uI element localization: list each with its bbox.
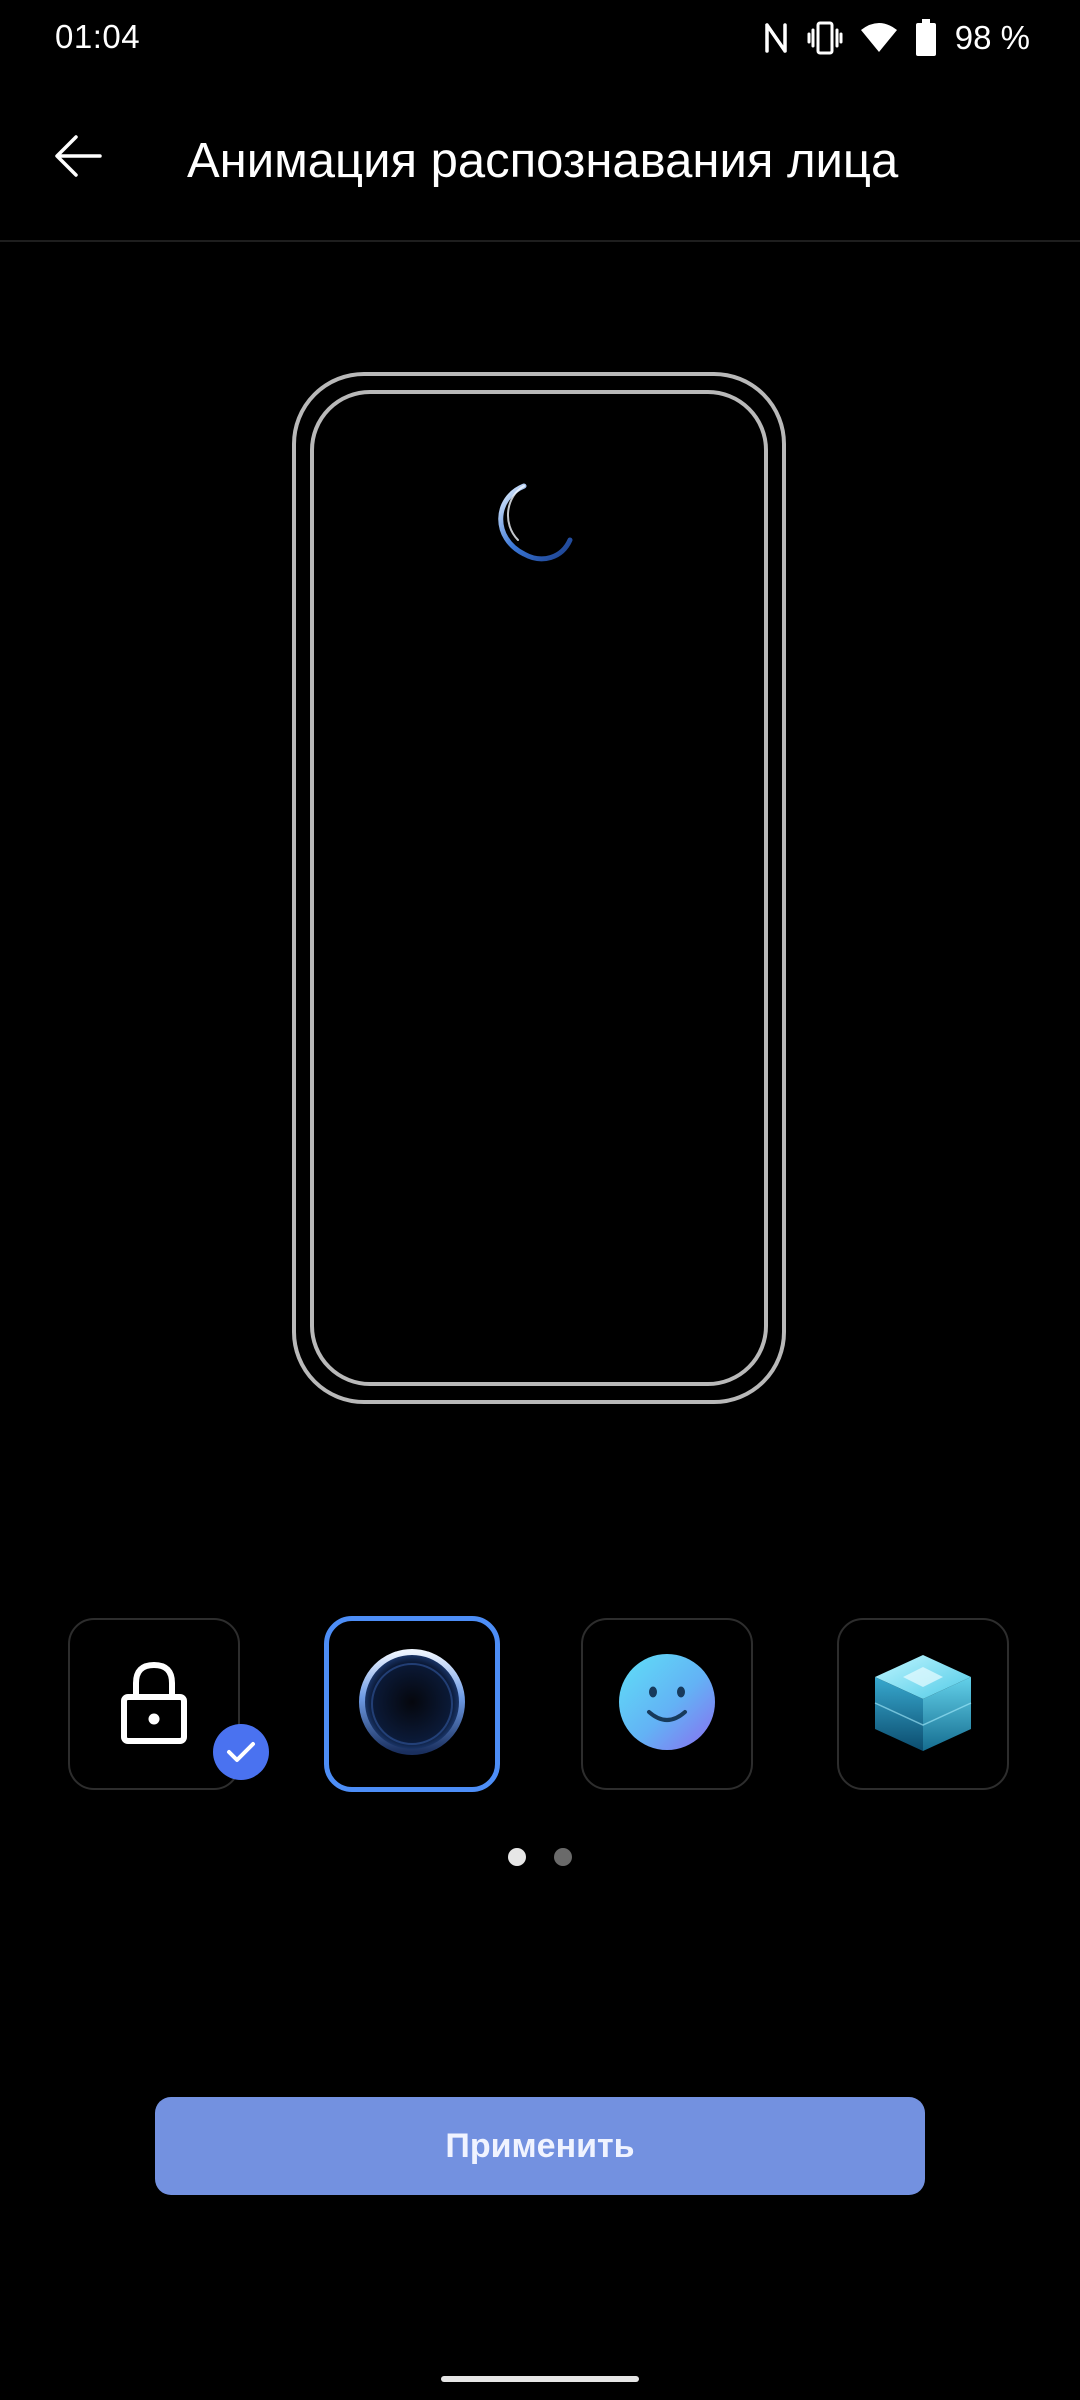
page-title: Анимация распознавания лица — [187, 134, 899, 188]
gesture-nav-handle[interactable] — [441, 2376, 639, 2382]
page-dot-2[interactable] — [554, 1848, 572, 1866]
page-dot-1[interactable] — [508, 1848, 526, 1866]
status-bar: 01:04 98 % — [0, 0, 1080, 80]
option-smiley[interactable] — [581, 1618, 753, 1790]
page-indicator — [508, 1848, 572, 1866]
option-ring[interactable] — [324, 1616, 500, 1792]
vibrate-icon — [807, 21, 843, 55]
option-cube[interactable] — [837, 1618, 1009, 1790]
blue-arc-animation — [484, 476, 594, 586]
cube-icon — [868, 1647, 978, 1762]
smiley-face-icon — [617, 1652, 717, 1757]
app-bar-divider — [0, 240, 1080, 242]
animation-options — [0, 1616, 1080, 1792]
nfc-icon — [763, 21, 789, 55]
apply-button[interactable]: Применить — [155, 2097, 925, 2195]
back-button[interactable] — [40, 120, 116, 196]
arrow-back-icon — [54, 134, 102, 183]
ring-glow-icon — [356, 1646, 468, 1763]
lock-icon — [114, 1657, 194, 1752]
option-lock[interactable] — [68, 1618, 269, 1790]
app-bar: Анимация распознавания лица — [0, 95, 1080, 240]
wifi-icon — [860, 22, 897, 54]
status-icons: 98 % — [763, 14, 1030, 62]
battery-percentage: 98 % — [954, 19, 1030, 56]
check-badge-icon — [213, 1724, 269, 1780]
battery-icon — [915, 19, 937, 57]
status-time: 01:04 — [55, 18, 141, 55]
